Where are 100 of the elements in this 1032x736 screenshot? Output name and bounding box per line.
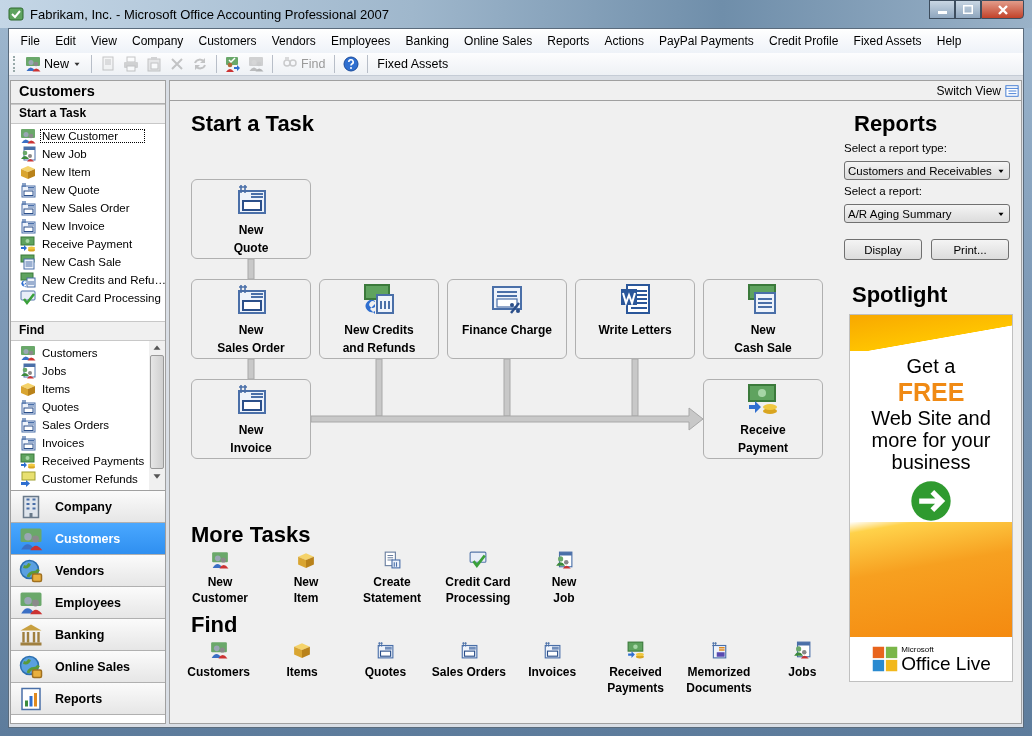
task-button[interactable]: New Sales Order [191, 279, 311, 359]
task-button[interactable]: Finance Charge [447, 279, 567, 359]
task-button[interactable]: New Credits and Refunds [319, 279, 439, 359]
toolbar-button[interactable]: Fixed Assets [374, 54, 452, 74]
advertisement-banner[interactable]: Get a FREE Web Site and more for your business Microsoft Office Live [849, 314, 1013, 682]
form-icon [235, 283, 267, 315]
task-link[interactable]: New Customer [40, 129, 146, 143]
menu-item[interactable]: Credit Profile [761, 30, 846, 52]
task-button[interactable]: Receive Payment [703, 379, 823, 459]
find-link[interactable]: Invoices [40, 436, 87, 450]
task-button[interactable]: New Cash Sale [703, 279, 823, 359]
menu-item[interactable]: View [83, 30, 125, 52]
scroll-thumb[interactable] [150, 355, 164, 469]
task-link[interactable]: New Item [40, 165, 93, 179]
task-link[interactable]: Credit Card Processing [435, 548, 521, 606]
task-link[interactable]: Receive Payment [40, 237, 135, 251]
ad-text: Get a [906, 355, 956, 377]
menu-item[interactable]: Customers [190, 30, 265, 52]
menu-item[interactable]: Fixed Assets [845, 30, 930, 52]
money-icon [20, 272, 36, 288]
menu-item[interactable]: Reports [539, 30, 597, 52]
form-icon [20, 182, 36, 198]
toolbar-button[interactable]: New [22, 54, 85, 74]
find-link[interactable]: Quotes [343, 638, 428, 696]
task-link[interactable]: Create Statement [349, 548, 435, 606]
task-link[interactable]: New Sales Order [40, 201, 132, 215]
task-button[interactable]: New Invoice [191, 379, 311, 459]
money-icon [363, 283, 395, 315]
form-icon [20, 218, 36, 234]
nav-button[interactable]: Employees [11, 587, 165, 619]
maximize-button[interactable] [955, 0, 981, 19]
switch-view-button[interactable]: Switch View [936, 83, 1019, 98]
find-link[interactable]: Customers [40, 346, 100, 360]
section-heading: Start a Task [191, 111, 316, 137]
find-link[interactable]: Received Payments [593, 638, 678, 696]
ad-text: Web Site and more for your business [870, 407, 992, 473]
find-link[interactable]: Customer Refunds [40, 472, 140, 486]
scrollbar[interactable] [149, 341, 165, 490]
nav-button[interactable]: Banking [11, 619, 165, 651]
brand-text: Microsoft [901, 645, 935, 654]
money-icon [20, 453, 36, 469]
bill-icon [747, 283, 779, 315]
find-link[interactable]: Quotes [40, 400, 82, 414]
task-link[interactable]: New Job [521, 548, 607, 606]
menu-item[interactable]: Vendors [264, 30, 324, 52]
globe-icon [19, 654, 43, 679]
task-link[interactable]: Credit Card Processing [40, 291, 163, 305]
find-link[interactable]: Items [40, 382, 73, 396]
minimize-button[interactable] [929, 0, 955, 19]
section-heading: Find [191, 612, 239, 638]
people-arrow-icon[interactable] [225, 56, 241, 72]
nav-button[interactable]: Reports [11, 683, 165, 715]
menu-item[interactable]: Banking [397, 30, 457, 52]
nav-button[interactable]: Vendors [11, 555, 165, 587]
menu-item[interactable]: PayPal Payments [651, 30, 762, 52]
task-link[interactable]: New Customer [177, 548, 263, 606]
task-link[interactable]: New Credits and Refu… [40, 273, 165, 287]
people-card-icon [20, 363, 36, 379]
task-link[interactable]: New Cash Sale [40, 255, 124, 269]
find-link[interactable]: Jobs [760, 638, 844, 696]
find-link[interactable]: Invoices [510, 638, 594, 696]
card-check-icon [469, 551, 487, 569]
report-type-dropdown[interactable]: Customers and Receivables [844, 161, 1010, 180]
form-icon [235, 383, 267, 415]
form-icon [235, 183, 267, 215]
task-link[interactable]: New Quote [40, 183, 102, 197]
nav-button[interactable]: Company [11, 491, 165, 523]
money-icon [747, 383, 779, 415]
find-link[interactable]: Sales Orders [427, 638, 511, 696]
nav-button[interactable]: Online Sales [11, 651, 165, 683]
bank-icon [19, 622, 43, 647]
find-link[interactable]: Memorized Documents [677, 638, 761, 696]
task-link[interactable]: New Invoice [40, 219, 107, 233]
minimize-icon [937, 11, 947, 14]
help-icon[interactable] [343, 56, 360, 72]
find-link[interactable]: Jobs [40, 364, 69, 378]
globe-icon [19, 558, 43, 583]
find-link[interactable]: Sales Orders [40, 418, 112, 432]
menu-item[interactable]: Edit [47, 30, 84, 52]
report-button[interactable]: Print... [931, 239, 1009, 260]
find-link[interactable]: Items [260, 638, 344, 696]
task-button[interactable]: Write Letters [575, 279, 695, 359]
menu-item[interactable]: File [13, 30, 48, 52]
menu-item[interactable]: Online Sales [456, 30, 540, 52]
task-button[interactable]: New Quote [191, 179, 311, 259]
report-dropdown[interactable]: A/R Aging Summary [844, 204, 1010, 223]
find-link[interactable]: Received Payments [40, 454, 147, 468]
menu-item[interactable]: Company [124, 30, 191, 52]
close-button[interactable] [981, 0, 1024, 19]
menu-item[interactable]: Actions [596, 30, 652, 52]
task-link[interactable]: New Job [40, 147, 89, 161]
task-link[interactable]: New Item [263, 548, 349, 606]
report-button[interactable]: Display [844, 239, 922, 260]
box-icon [20, 164, 36, 180]
menu-item[interactable]: Employees [323, 30, 398, 52]
find-link[interactable]: Customers [177, 638, 261, 696]
menu-item[interactable]: Help [929, 30, 970, 52]
form-icon [543, 641, 562, 659]
people-icon [209, 641, 228, 659]
section-heading: Find [11, 321, 165, 341]
